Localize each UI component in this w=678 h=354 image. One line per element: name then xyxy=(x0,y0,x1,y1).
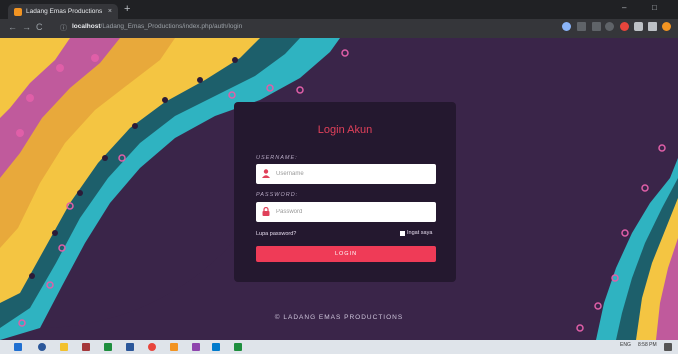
tab-close-icon[interactable]: × xyxy=(108,8,112,15)
app-purple-icon[interactable] xyxy=(192,343,200,351)
profile-avatar[interactable] xyxy=(662,22,671,31)
app-green-icon[interactable] xyxy=(234,343,242,351)
site-favicon-icon xyxy=(14,7,22,16)
clock-time[interactable]: 8:58 PM xyxy=(638,342,657,348)
lock-icon xyxy=(262,207,270,216)
remember-me-label: Ingat saya xyxy=(407,230,433,236)
login-card: Login Akun USERNAME: PASSWORD: Lupa pass… xyxy=(234,102,456,282)
tab-title: Ladang Emas Productions xyxy=(26,8,103,15)
forward-button[interactable]: → xyxy=(22,22,31,32)
app-red-icon[interactable] xyxy=(82,343,90,351)
language-indicator[interactable]: ENG xyxy=(620,342,631,348)
login-title: Login Akun xyxy=(317,124,373,136)
window-maximize-button[interactable]: □ xyxy=(652,3,657,12)
login-button[interactable]: LOGIN xyxy=(256,246,436,262)
remember-me[interactable]: Ingat saya xyxy=(400,230,432,236)
xampp-icon[interactable] xyxy=(170,343,178,351)
extension-red-icon[interactable] xyxy=(620,22,629,31)
footer-copyright: © LADANG EMAS PRODUCTIONS xyxy=(274,314,404,321)
windows-start-icon[interactable] xyxy=(14,343,22,351)
chrome-icon[interactable] xyxy=(148,343,156,351)
vscode-icon[interactable] xyxy=(212,343,220,351)
back-button[interactable]: ← xyxy=(8,22,17,32)
username-input[interactable] xyxy=(256,164,436,184)
address-bar[interactable]: ⓘ localhost/Ladang_Emas_Productions/inde… xyxy=(58,22,548,35)
login-page: Login Akun USERNAME: PASSWORD: Lupa pass… xyxy=(0,38,678,340)
window-minimize-button[interactable]: – xyxy=(622,3,626,12)
xbox-icon[interactable] xyxy=(104,343,112,351)
reload-button[interactable]: C xyxy=(36,22,43,32)
word-icon[interactable] xyxy=(126,343,134,351)
password-label: PASSWORD: xyxy=(256,192,299,198)
browser-tab[interactable]: Ladang Emas Productions × xyxy=(8,4,118,19)
bookmark-star-icon[interactable] xyxy=(605,22,614,31)
remember-me-checkbox[interactable] xyxy=(400,230,405,236)
user-icon xyxy=(262,169,270,178)
windows-taskbar: ENG 8:58 PM xyxy=(0,340,678,354)
browser-tab-strip: Ladang Emas Productions × + – □ xyxy=(0,0,678,19)
username-label: USERNAME: xyxy=(256,155,298,161)
site-info-icon[interactable]: ⓘ xyxy=(60,23,67,33)
share-icon[interactable] xyxy=(592,22,601,31)
address-url: localhost/Ladang_Emas_Productions/index.… xyxy=(72,23,243,30)
key-icon[interactable] xyxy=(577,22,586,31)
side-panel-icon[interactable] xyxy=(648,22,657,31)
notifications-icon[interactable] xyxy=(664,343,672,351)
new-tab-button[interactable]: + xyxy=(124,3,130,15)
password-input[interactable] xyxy=(256,202,436,222)
forgot-password-link[interactable]: Lupa password? xyxy=(256,231,296,237)
file-explorer-icon[interactable] xyxy=(60,343,68,351)
search-icon[interactable] xyxy=(38,343,46,351)
extensions-puzzle-icon[interactable] xyxy=(634,22,643,31)
google-lens-icon[interactable] xyxy=(562,22,571,31)
